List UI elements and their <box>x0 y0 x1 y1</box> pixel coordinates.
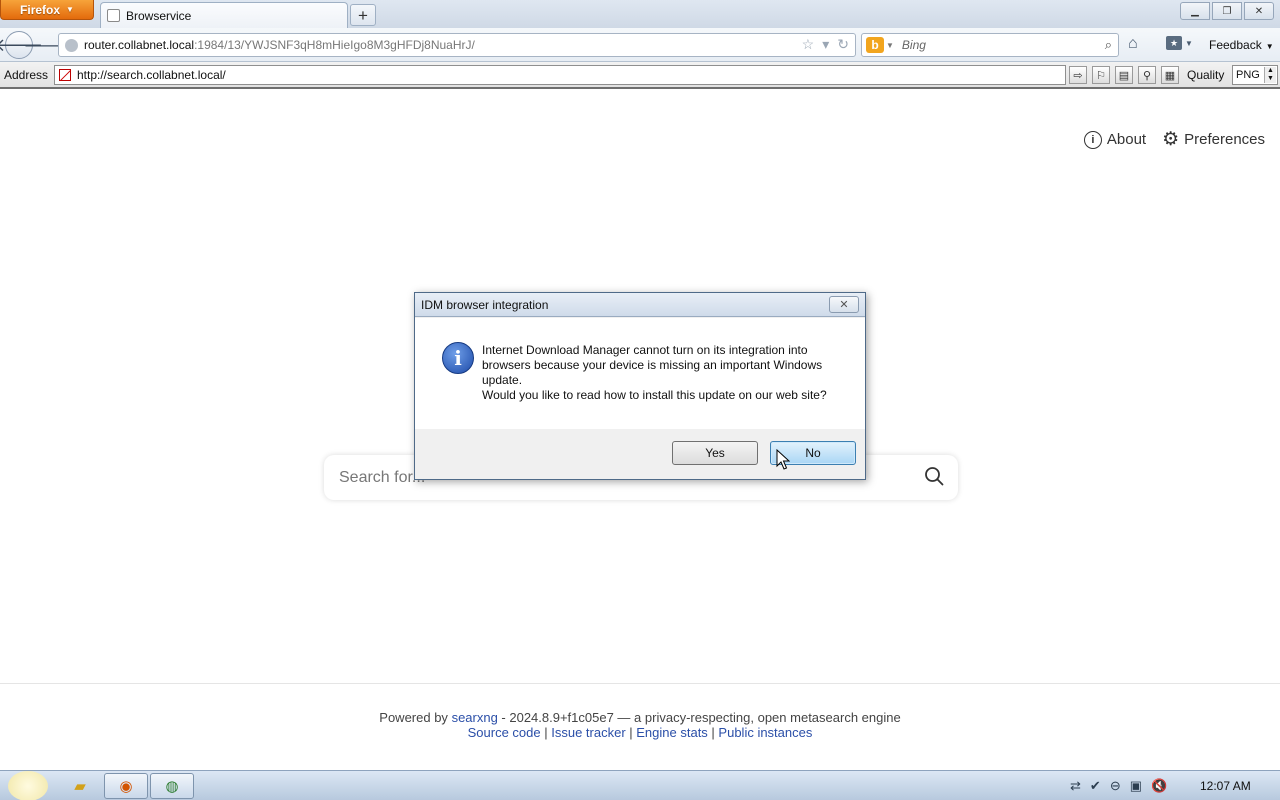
security-tray-icon[interactable]: ✔ <box>1090 778 1101 794</box>
chevron-down-icon: ▼ <box>66 5 74 14</box>
close-window-button[interactable]: ✕ <box>1244 2 1274 20</box>
dialog-message-line2: Would you like to read how to install th… <box>482 388 827 402</box>
site-identity-icon[interactable] <box>65 38 78 52</box>
mouse-cursor-icon <box>776 449 790 470</box>
footer-divider <box>0 683 1280 684</box>
search-icon[interactable] <box>924 466 944 486</box>
volume-muted-icon[interactable]: 🔇 <box>1151 778 1167 794</box>
chevron-down-icon: ▼ <box>1185 38 1193 48</box>
bookmarks-icon: ★ <box>1166 36 1182 50</box>
public-instances-link[interactable]: Public instances <box>718 725 812 740</box>
forward-button[interactable]: 🡒 <box>24 35 67 55</box>
searxng-link[interactable]: searxng <box>452 710 498 725</box>
quality-label: Quality <box>1187 68 1225 82</box>
powered-by-text: Powered by <box>379 710 448 725</box>
firefox-menu-label: Firefox <box>20 2 61 17</box>
url-bar[interactable]: router.collabnet.local :1984/13/YWJSNF3q… <box>58 33 856 57</box>
tab-browservice[interactable]: Browservice <box>100 2 348 28</box>
footer-separator: | <box>707 725 719 740</box>
paste-icon[interactable]: ▦ <box>1161 66 1179 84</box>
title-bar: Firefox ▼ Browservice + ▁ ❐ ✕ <box>0 0 1280 28</box>
yes-button[interactable]: Yes <box>672 441 758 465</box>
about-link[interactable]: i About <box>1083 130 1147 149</box>
footer-links: Source code | Issue tracker | Engine sta… <box>0 725 1280 740</box>
firefox-taskbar-icon[interactable]: ◉ <box>104 773 148 799</box>
page-favicon-icon <box>107 9 120 22</box>
address-label: Address <box>4 68 49 82</box>
search-bar[interactable]: b ▼ Bing ⌕ <box>861 33 1119 57</box>
search-placeholder: Search for... <box>339 468 426 486</box>
taskbar-clock[interactable]: 12:07 AM <box>1200 779 1251 793</box>
find-icon[interactable]: ⚲ <box>1138 66 1156 84</box>
go-arrow-icon[interactable]: ⇨ <box>1069 66 1087 84</box>
start-button[interactable] <box>8 771 48 800</box>
taskbar: ▰ ◉ ◍ ⇄ ✔ ⊖ ▣ 🔇 12:07 AM <box>0 770 1280 800</box>
address-input[interactable]: http://search.collabnet.local/ <box>54 65 1066 85</box>
preferences-link[interactable]: ⚙ Preferences <box>1162 130 1265 149</box>
bing-icon[interactable]: b <box>866 37 884 53</box>
chevron-down-icon[interactable]: ▼ <box>886 41 894 50</box>
version-text: - 2024.8.9+f1c05e7 — a privacy-respectin… <box>497 710 901 725</box>
network-tray-icon[interactable]: ⇄ <box>1070 778 1081 794</box>
display-tray-icon[interactable]: ▣ <box>1130 778 1142 794</box>
spinner-icon[interactable]: ▲ ▼ <box>1264 67 1276 83</box>
gear-icon: ⚙ <box>1162 129 1180 150</box>
dialog-title: IDM browser integration <box>421 297 549 312</box>
engine-stats-link[interactable]: Engine stats <box>636 725 708 740</box>
restore-button[interactable]: ❐ <box>1212 2 1242 20</box>
source-code-link[interactable]: Source code <box>468 725 541 740</box>
info-icon: i <box>1083 130 1102 149</box>
quality-select[interactable]: PNG ▲ ▼ <box>1232 65 1278 85</box>
search-engine-placeholder: Bing <box>901 38 926 52</box>
footer-separator: | <box>625 725 637 740</box>
feedback-label: Feedback <box>1209 38 1262 52</box>
footer-separator: | <box>540 725 552 740</box>
preferences-label: Preferences <box>1184 131 1265 148</box>
footer-powered: Powered by searxng - 2024.8.9+f1c05e7 — … <box>0 710 1280 725</box>
browservice-toolbar: Address http://search.collabnet.local/ ⇨… <box>0 62 1280 89</box>
tab-title: Browservice <box>126 8 192 23</box>
chevron-down-icon: ▼ <box>1265 42 1274 51</box>
reload-icon[interactable]: ↻ <box>837 36 849 53</box>
url-host: router.collabnet.local <box>84 38 195 52</box>
address-value: http://search.collabnet.local/ <box>77 68 226 82</box>
bookmark-icon[interactable]: ⚐ <box>1092 66 1110 84</box>
quality-value: PNG <box>1236 69 1260 81</box>
dialog-message: Internet Download Manager cannot turn on… <box>482 343 852 403</box>
issue-tracker-link[interactable]: Issue tracker <box>551 725 625 740</box>
feedback-button[interactable]: Feedback ▼ <box>1209 38 1274 52</box>
navigation-toolbar: 🡐 🡒 router.collabnet.local :1984/13/YWJS… <box>0 28 1280 62</box>
new-tab-button[interactable]: + <box>350 4 376 26</box>
top-links: i About ⚙ Preferences <box>1083 130 1265 149</box>
information-icon: i <box>442 342 474 374</box>
idm-dialog: IDM browser integration ✕ i Internet Dow… <box>414 292 866 480</box>
dialog-message-line1: Internet Download Manager cannot turn on… <box>482 343 823 387</box>
dialog-title-bar[interactable]: IDM browser integration <box>415 293 865 317</box>
network-app-icon[interactable]: ◍ <box>150 773 194 799</box>
bookmarks-menu-button[interactable]: ★ ▼ <box>1166 36 1193 50</box>
dialog-body: i Internet Download Manager cannot turn … <box>415 318 865 429</box>
url-path: :1984/13/YWJSNF3qH8mHieIgo8M3gHFDj8NuaHr… <box>194 38 475 52</box>
sync-tray-icon[interactable]: ⊖ <box>1110 778 1121 794</box>
footer: Powered by searxng - 2024.8.9+f1c05e7 — … <box>0 710 1280 740</box>
security-warning-icon <box>59 69 71 81</box>
about-label: About <box>1106 131 1147 148</box>
firefox-menu-button[interactable]: Firefox ▼ <box>0 0 94 20</box>
dialog-close-button[interactable]: ✕ <box>829 296 859 313</box>
minimize-button[interactable]: ▁ <box>1180 2 1210 20</box>
search-icon[interactable]: ⌕ <box>1105 37 1112 53</box>
history-dropdown-icon[interactable]: ▾ <box>822 36 829 53</box>
bookmark-star-icon[interactable]: ☆ <box>802 36 815 53</box>
clipboard-icon[interactable]: ▤ <box>1115 66 1133 84</box>
system-tray: ⇄ ✔ ⊖ ▣ 🔇 <box>1070 778 1167 794</box>
file-manager-icon[interactable]: ▰ <box>58 773 102 799</box>
home-icon[interactable]: ⌂ <box>1128 35 1138 53</box>
